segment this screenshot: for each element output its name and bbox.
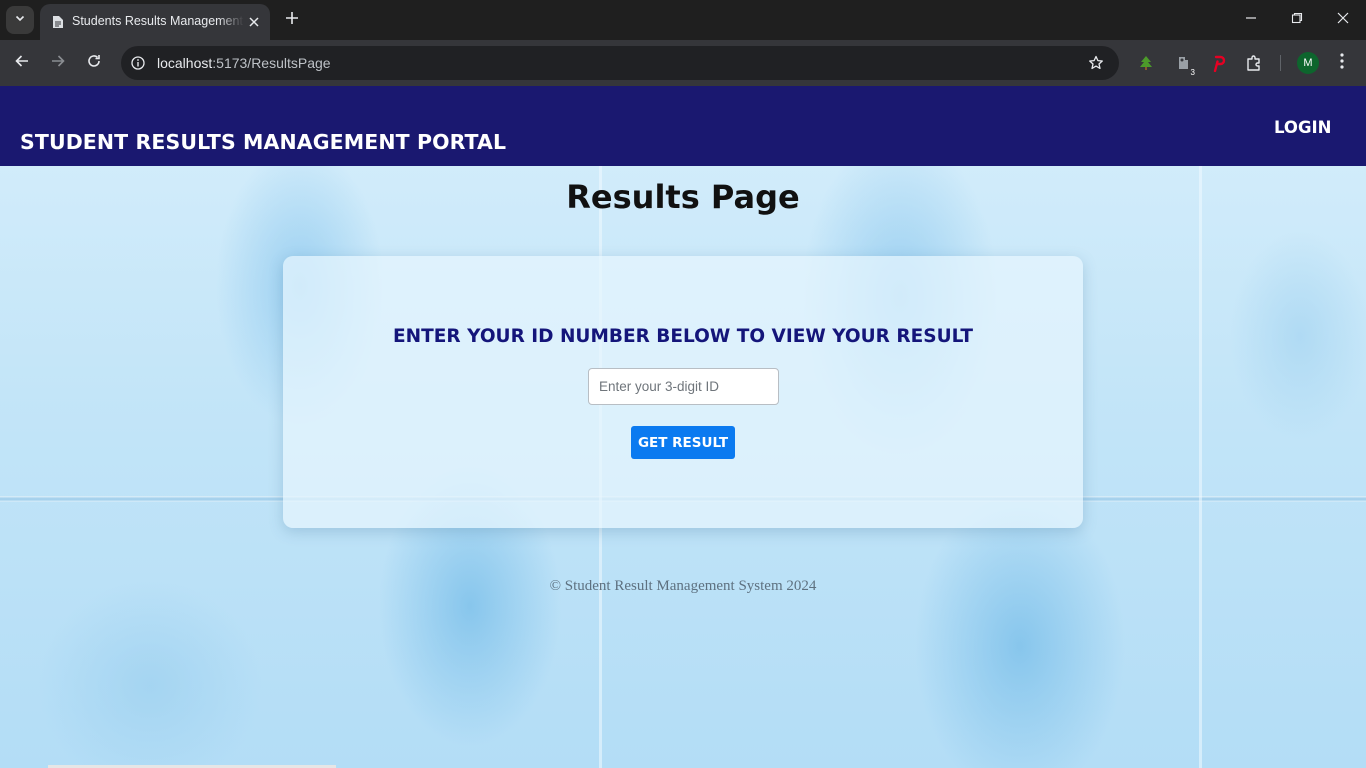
browser-tab-active[interactable]: Students Results Management Portal — [40, 4, 270, 40]
url-text: localhost:5173/ResultsPage — [157, 55, 331, 71]
arrow-left-icon — [14, 53, 30, 74]
tree-extension-icon[interactable] — [1135, 52, 1157, 74]
browser-menu-button[interactable] — [1331, 52, 1353, 74]
reload-button[interactable] — [84, 53, 104, 73]
page-title: Results Page — [566, 178, 800, 216]
extension-badge-count: 3 — [1189, 68, 1196, 77]
minimize-window-button[interactable] — [1241, 10, 1261, 30]
background-tile-seam — [1199, 166, 1202, 768]
page-viewport: STUDENT RESULTS MANAGEMENT PORTAL LOGIN … — [0, 86, 1366, 768]
login-link[interactable]: LOGIN — [1274, 118, 1331, 137]
close-icon — [1337, 11, 1349, 29]
reload-icon — [86, 53, 102, 74]
address-bar[interactable]: localhost:5173/ResultsPage — [121, 46, 1119, 80]
site-navbar: STUDENT RESULTS MANAGEMENT PORTAL LOGIN — [0, 86, 1366, 166]
arrow-right-icon — [50, 53, 66, 74]
pinterest-extension-icon[interactable] — [1207, 52, 1229, 74]
toolbar-divider — [1280, 55, 1281, 71]
chevron-down-icon — [14, 11, 26, 29]
url-host: localhost — [157, 55, 213, 71]
url-path: :5173/ResultsPage — [212, 55, 331, 71]
forward-button[interactable] — [48, 53, 68, 73]
more-vertical-icon — [1340, 52, 1344, 74]
browser-tab-strip: Students Results Management Portal — [0, 0, 1366, 40]
plus-icon — [285, 11, 299, 30]
page-footer: © Student Result Management System 2024 — [549, 578, 817, 594]
student-id-input[interactable] — [588, 368, 779, 405]
profile-avatar[interactable]: M — [1297, 52, 1319, 74]
extensions-puzzle-icon[interactable] — [1243, 52, 1265, 74]
tab-title: Students Results Management Portal — [72, 14, 244, 28]
puzzle-key-extension-icon[interactable]: 3 — [1172, 52, 1196, 77]
new-tab-button[interactable] — [282, 10, 302, 30]
minimize-icon — [1245, 11, 1257, 29]
restore-window-button[interactable] — [1287, 10, 1307, 30]
close-window-button[interactable] — [1333, 10, 1353, 30]
browser-toolbar: localhost:5173/ResultsPage 3 — [0, 40, 1366, 86]
bookmark-star-icon[interactable] — [1087, 54, 1105, 72]
card-heading: ENTER YOUR ID NUMBER BELOW TO VIEW YOUR … — [393, 326, 973, 347]
get-result-button[interactable]: GET RESULT — [631, 426, 735, 459]
back-button[interactable] — [12, 53, 32, 73]
document-icon — [52, 15, 64, 34]
site-brand[interactable]: STUDENT RESULTS MANAGEMENT PORTAL — [20, 130, 506, 154]
site-info-icon[interactable] — [129, 54, 147, 72]
restore-icon — [1291, 11, 1303, 29]
result-lookup-card: ENTER YOUR ID NUMBER BELOW TO VIEW YOUR … — [283, 256, 1083, 528]
tab-search-button[interactable] — [6, 6, 34, 34]
close-tab-icon[interactable] — [246, 14, 262, 30]
